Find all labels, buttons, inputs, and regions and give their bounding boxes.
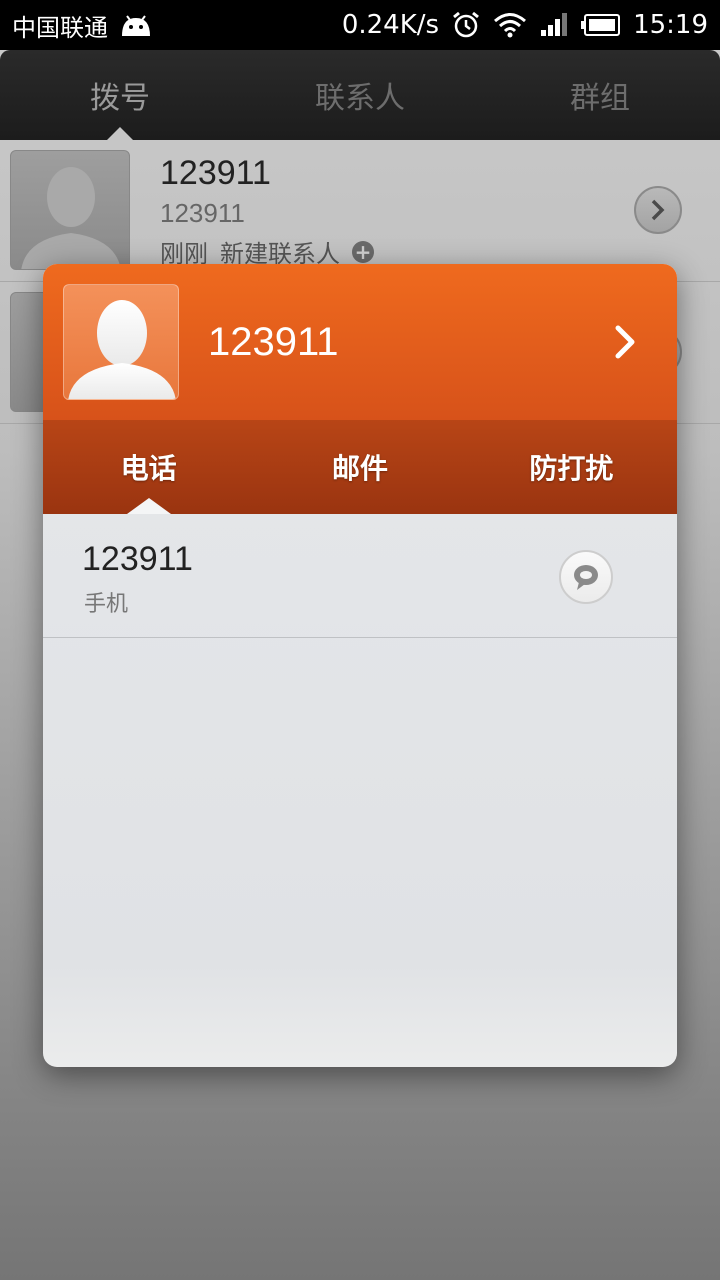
contact-quick-popup: 123911 电话 邮件 防打扰 123911 手机: [43, 264, 677, 1067]
phone-number: 123911: [82, 540, 193, 578]
signal-icon: [539, 12, 569, 38]
alarm-icon: [451, 10, 481, 40]
chevron-right-icon: [651, 199, 665, 221]
carrier-name: 中国联通: [12, 13, 108, 42]
phone-number-row[interactable]: 123911 手机: [43, 514, 677, 638]
clock: 15:19: [633, 10, 708, 40]
sms-button[interactable]: [559, 550, 613, 604]
detail-button[interactable]: [634, 186, 682, 234]
contact-avatar: [63, 284, 179, 400]
popup-tabbar: 电话 邮件 防打扰: [43, 420, 677, 514]
android-icon: [118, 12, 154, 38]
contact-name: 123911: [208, 320, 339, 364]
wifi-icon: [493, 12, 527, 38]
chevron-right-icon[interactable]: [611, 320, 641, 364]
tab-phone[interactable]: 电话: [43, 420, 254, 514]
message-icon: [574, 565, 598, 590]
call-log-number: 123911: [160, 198, 245, 228]
network-speed: 0.24K/s: [341, 10, 440, 40]
popup-header[interactable]: 123911: [43, 264, 677, 420]
tab-contacts[interactable]: 联系人: [240, 50, 480, 140]
tab-dialer[interactable]: 拨号: [0, 50, 240, 141]
status-bar: 中国联通 0.24K/s 15:19: [0, 0, 720, 50]
tab-do-not-disturb[interactable]: 防打扰: [466, 420, 677, 514]
tab-email[interactable]: 邮件: [254, 420, 465, 514]
avatar: [10, 150, 130, 270]
battery-icon: [581, 13, 621, 37]
phone-type-label: 手机: [84, 592, 129, 617]
plus-icon[interactable]: +: [352, 240, 374, 263]
main-tabbar: 拨号 联系人 群组: [0, 50, 720, 141]
status-right: 0.24K/s 15:19: [342, 10, 708, 40]
call-log-row[interactable]: 123911 123911 刚刚 新建联系人 +: [0, 140, 720, 282]
call-log-name: 123911: [160, 154, 271, 192]
tab-groups[interactable]: 群组: [480, 50, 720, 140]
status-left: 中国联通: [12, 8, 154, 43]
